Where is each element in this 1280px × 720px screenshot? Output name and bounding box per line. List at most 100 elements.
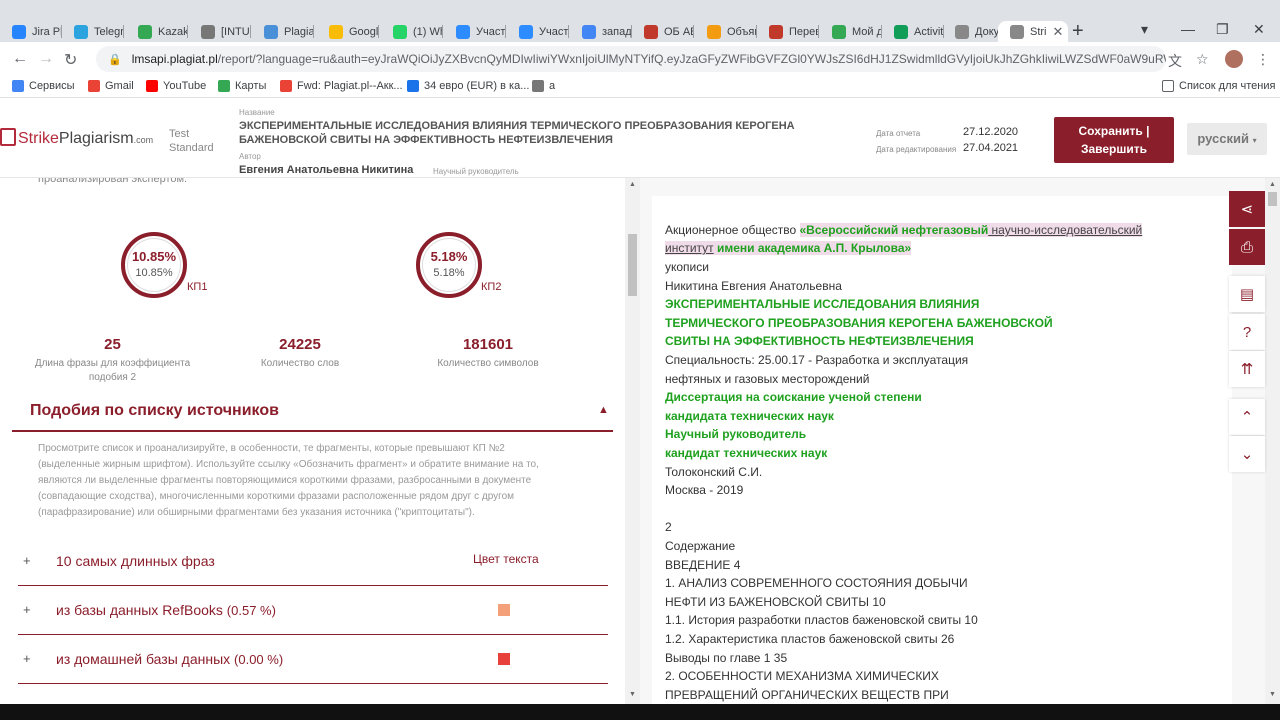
bookmark-icon — [12, 80, 24, 92]
browser-tab[interactable]: Jira Pl — [0, 21, 62, 42]
bookmark-item[interactable]: a — [532, 80, 555, 92]
help-button[interactable]: ? — [1229, 314, 1265, 350]
bookmark-item[interactable]: 34 евро (EUR) в ка... — [407, 80, 529, 92]
expand-plus-icon[interactable]: + — [23, 651, 31, 666]
tab-search-icon[interactable]: ▾ — [1141, 21, 1148, 38]
highlighted-fragment[interactable]: «Всероссийский нефтегазовый научно-иссле… — [799, 223, 1143, 237]
reload-icon[interactable]: ↻ — [64, 50, 77, 70]
browser-tab[interactable]: Googl — [317, 21, 379, 42]
print-button[interactable]: ⎙ — [1229, 229, 1265, 265]
doc-org-line: Акционерное общество «Всероссийский нефт… — [665, 223, 1143, 237]
comment-icon: ▤ — [1239, 286, 1255, 303]
browser-tab[interactable]: запад — [570, 21, 632, 42]
browser-tab[interactable]: Kazakt — [126, 21, 188, 42]
bottom-black-bar — [0, 704, 1280, 720]
scroll-down-arrow-icon[interactable]: ▼ — [629, 691, 636, 698]
reading-list[interactable]: Список для чтения — [1162, 80, 1275, 92]
similarity-gauge-kp1: 10.85% 10.85% — [121, 232, 187, 298]
document-line: ВВЕДЕНИЕ 4 — [665, 557, 741, 572]
stat-word-count: 24225 Количество слов — [260, 336, 340, 369]
tab-favicon-icon — [769, 24, 783, 39]
tab-separator — [187, 25, 188, 38]
stat-phrase-length: 25 Длина фразы для коэффициента подобия … — [34, 336, 191, 383]
translate-icon[interactable]: 文 — [1168, 51, 1182, 71]
tab-favicon-icon — [644, 24, 658, 39]
close-tab-icon[interactable]: ✕ — [1053, 24, 1064, 40]
color-swatch — [498, 604, 510, 616]
scroll-top-button[interactable]: ⇈ — [1229, 351, 1265, 387]
tab-separator — [505, 25, 506, 38]
highlighted-fragment[interactable]: институт имени академика А.П. Крылова» — [665, 241, 912, 255]
tab-favicon-icon — [12, 24, 26, 39]
report-header: StrikePlagiarism.com Test Standard Назва… — [0, 99, 1280, 178]
source-row-longest-phrases[interactable]: + 10 самых длинных фраз Цвет текста — [18, 537, 608, 586]
document-line: 1.1. История разработки пластов баженовс… — [665, 613, 978, 628]
document-line: кандидата технических наук — [665, 408, 834, 423]
browser-tab[interactable]: [INTUI — [189, 21, 251, 42]
minimize-icon[interactable]: — — [1181, 21, 1195, 37]
url-path: /report/?language=ru&auth=eyJraWQiOiJyZX… — [217, 52, 1166, 66]
back-icon[interactable]: ← — [12, 50, 28, 68]
stat-char-count: 181601 Количество символов — [437, 336, 539, 369]
scroll-up-arrow-icon[interactable]: ▲ — [629, 181, 636, 188]
tab-favicon-icon — [1010, 24, 1024, 39]
scrollbar-thumb[interactable] — [1268, 192, 1277, 206]
browser-tab[interactable]: Stri ✕ — [998, 21, 1068, 42]
scroll-up-arrow-icon[interactable]: ▲ — [1269, 181, 1276, 188]
share-button[interactable]: ⋖ — [1229, 191, 1265, 227]
bookmark-item[interactable]: Сервисы — [12, 80, 75, 92]
source-row-home-db[interactable]: + из домашней базы данных (0.00 %) — [18, 635, 608, 684]
document-line: Выводы по главе 1 35 — [665, 650, 788, 665]
close-window-icon[interactable]: ✕ — [1253, 21, 1265, 38]
browser-tab[interactable]: (1) Wh — [381, 21, 443, 42]
address-bar[interactable]: 🔒 lmsapi.plagiat.pl /report/?language=ru… — [96, 46, 1166, 72]
document-page: Акционерное общество «Всероссийский нефт… — [652, 196, 1232, 704]
maximize-icon[interactable]: ❐ — [1216, 21, 1229, 38]
browser-tab[interactable]: Докуи — [943, 21, 1005, 42]
bookmark-item[interactable]: Карты — [218, 80, 266, 92]
bookmark-item[interactable]: YouTube — [146, 80, 206, 92]
save-finish-button[interactable]: Сохранить | Завершить — [1054, 117, 1174, 163]
document-line: нефтяных и газовых месторождений — [665, 371, 870, 386]
browser-tab[interactable]: Перев — [757, 21, 819, 42]
browser-tab[interactable]: Plagia — [252, 21, 314, 42]
bookmark-item[interactable]: Fwd: Plagiat.pl--Акк... — [280, 80, 403, 92]
color-swatch — [498, 653, 510, 665]
similarity-gauge-kp2: 5.18% 5.18% — [416, 232, 482, 298]
bookmarks-bar: Список для чтения Сервисы Gmail YouTube Кар… — [0, 76, 1280, 98]
scroll-down-arrow-icon[interactable]: ▼ — [1269, 691, 1276, 698]
right-scrollbar[interactable]: ▲ ▼ — [1265, 178, 1280, 704]
next-fragment-button[interactable]: ⌄ — [1229, 436, 1265, 472]
left-scrollbar[interactable]: ▲ ▼ — [625, 178, 640, 704]
kp1-label: КП1 — [187, 281, 208, 293]
tab-separator — [123, 25, 124, 38]
document-line: Москва - 2019 — [665, 483, 744, 498]
report-date: 27.12.2020 — [963, 126, 1019, 138]
comments-button[interactable]: ▤ — [1229, 276, 1265, 312]
new-tab-button[interactable]: + — [1072, 21, 1084, 41]
bookmark-star-icon[interactable]: ☆ — [1196, 51, 1209, 68]
browser-tab[interactable]: Мой д — [820, 21, 882, 42]
tab-separator — [378, 25, 379, 38]
tab-favicon-icon — [329, 24, 343, 39]
expand-plus-icon[interactable]: + — [23, 553, 31, 568]
forward-icon[interactable]: → — [38, 50, 54, 68]
browser-tab[interactable]: Activit — [882, 21, 944, 42]
browser-tab[interactable]: Участ — [444, 21, 506, 42]
expand-plus-icon[interactable]: + — [23, 602, 31, 617]
browser-tab[interactable]: Telegr — [62, 21, 124, 42]
document-line: 2 — [665, 520, 672, 535]
browser-tab[interactable]: ОБ АБ — [632, 21, 694, 42]
browser-tab[interactable]: Объяв — [695, 21, 757, 42]
strikeplagiarism-logo[interactable]: StrikePlagiarism.com — [0, 128, 153, 148]
bookmark-item[interactable]: Gmail — [88, 80, 134, 92]
collapse-chevron-up-icon[interactable]: ▲ — [598, 404, 609, 416]
language-select[interactable]: русский ▾ — [1187, 123, 1267, 155]
scrollbar-thumb[interactable] — [628, 234, 637, 296]
browser-tab[interactable]: Участ — [507, 21, 569, 42]
menu-icon[interactable]: ⋮ — [1256, 51, 1270, 68]
previous-fragment-button[interactable]: ⌃ — [1229, 399, 1265, 435]
sources-section-title[interactable]: Подобия по списку источников — [30, 402, 279, 420]
profile-avatar[interactable] — [1225, 50, 1243, 68]
source-row-refbooks[interactable]: + из базы данных RefBooks (0.57 %) — [18, 586, 608, 635]
